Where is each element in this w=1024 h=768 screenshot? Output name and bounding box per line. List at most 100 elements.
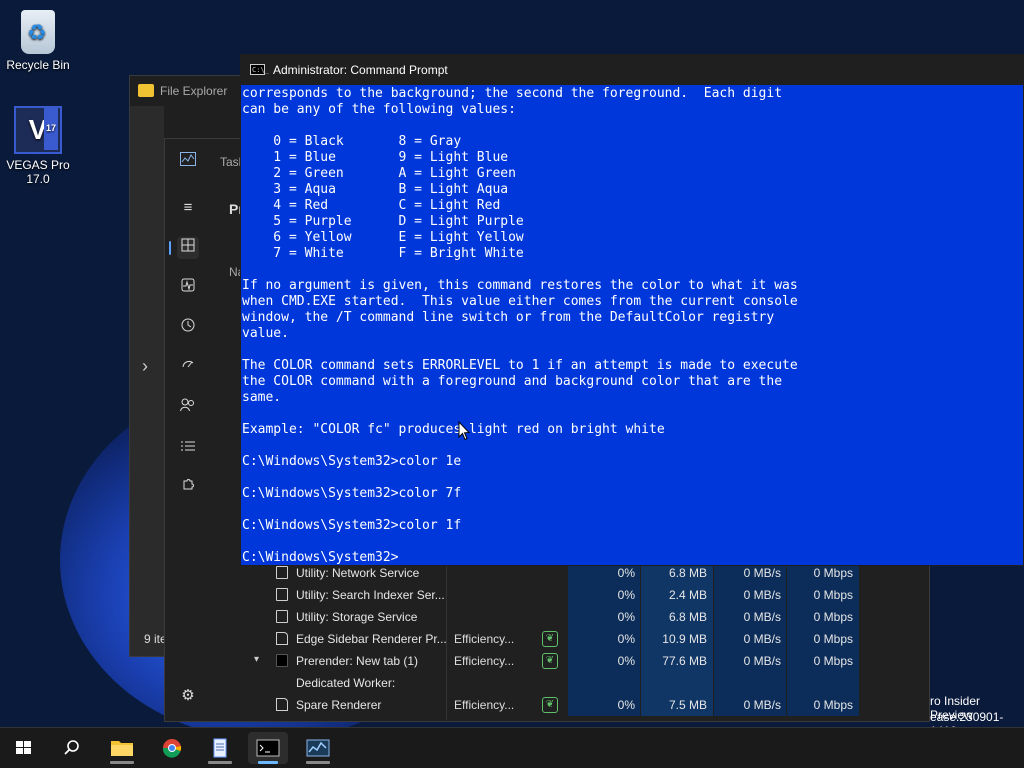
taskbar-chrome[interactable] [152,732,192,764]
recycle-bin-icon [21,10,55,54]
process-name: Edge Sidebar Renderer Pr... [296,632,446,646]
console-line: The COLOR command sets ERRORLEVEL to 1 i… [242,358,798,373]
process-name: Utility: Network Service [296,566,420,580]
console-line: 4 = Red C = Light Red [242,198,501,213]
console-line: 0 = Black 8 = Gray [242,134,462,149]
console-line: C:\Windows\System32>color 1f [242,518,462,533]
process-status: Efficiency... [454,698,515,712]
column-divider [446,562,447,720]
efficiency-leaf-icon: ❦ [542,653,558,669]
cpu-value: 0% [617,610,635,624]
heat-cell [568,672,640,694]
console-line: same. [242,390,282,405]
disk-value: 0 MB/s [743,566,781,580]
process-name: Dedicated Worker: [296,676,396,690]
efficiency-leaf-icon: ❦ [542,631,558,647]
efficiency-leaf-icon: ❦ [542,697,558,713]
console-line: 3 = Aqua B = Light Aqua [242,182,509,197]
console-line: the COLOR command with a foreground and … [242,374,783,389]
disk-value: 0 MB/s [743,654,781,668]
cpu-value: 0% [617,632,635,646]
chrome-icon [162,739,182,758]
recycle-bin-shortcut[interactable]: Recycle Bin [0,10,76,72]
taskbar-task-manager[interactable] [298,732,338,764]
vegas-pro-icon: V 17 [14,106,62,154]
console-line: when CMD.EXE started. This value either … [242,294,798,309]
memory-value: 7.5 MB [668,698,707,712]
taskbar-command-prompt[interactable] [248,732,288,764]
network-value: 0 Mbps [813,566,853,580]
vegas-pro-shortcut[interactable]: V 17 VEGAS Pro 17.0 [0,106,76,186]
file-explorer-sidebar [130,106,164,656]
file-explorer-title: File Explorer [160,84,228,98]
command-prompt-title-icon: C:\_ [250,64,269,75]
command-prompt-icon [256,739,280,757]
process-row[interactable]: Utility: Storage Service 0% 6.8 MB 0 MB/s 0 … [214,606,928,628]
collapse-chevron-icon[interactable]: ▾ [254,654,259,665]
process-name: Utility: Storage Service [296,610,418,624]
console-line: 2 = Green A = Light Green [242,166,516,181]
process-row[interactable]: Dedicated Worker: [214,672,928,694]
running-indicator [208,761,232,764]
notepad-icon [213,738,227,758]
taskbar-notepad[interactable] [200,732,240,764]
tab-icon [276,654,288,667]
vegas-pro-label-line2: 17.0 [26,172,50,186]
memory-value: 6.8 MB [668,610,707,624]
file-explorer-icon [111,741,133,756]
cpu-value: 0% [617,588,635,602]
process-name: Prerender: New tab (1) [296,654,419,668]
console-line: C:\Windows\System32>color 7f [242,486,462,501]
console-line: 1 = Blue 9 = Light Blue [242,150,509,165]
task-manager-icon [306,739,330,757]
process-status: Efficiency... [454,632,515,646]
command-prompt-titlebar[interactable]: C:\_ Administrator: Command Prompt [241,55,1023,85]
start-icon [16,741,31,754]
network-value: 0 Mbps [813,654,853,668]
running-indicator [110,761,134,764]
console-output[interactable]: corresponds to the background; the secon… [241,86,1023,565]
taskbar [0,727,1024,768]
search-button[interactable] [52,732,92,764]
command-prompt-window[interactable]: C:\_ Administrator: Command Prompt corre… [240,54,1024,566]
search-icon [64,740,79,755]
recycle-bin-label: Recycle Bin [6,58,70,72]
heat-cell [714,672,786,694]
disk-value: 0 MB/s [743,610,781,624]
network-value: 0 Mbps [813,632,853,646]
process-name: Utility: Search Indexer Ser... [296,588,445,602]
start-button[interactable] [4,732,44,764]
running-indicator [306,761,330,764]
console-line: 6 = Yellow E = Light Yellow [242,230,524,245]
disk-value: 0 MB/s [743,632,781,646]
chevron-right-icon[interactable]: › [142,356,148,377]
console-line: C:\Windows\System32> [242,550,399,565]
service-icon [276,588,288,601]
console-line: 5 = Purple D = Light Purple [242,214,524,229]
network-value: 0 Mbps [813,610,853,624]
memory-value: 10.9 MB [662,632,707,646]
process-row[interactable]: Spare Renderer Efficiency... 0% 7.5 MB 0 MB/… [214,694,928,716]
taskbar-file-explorer[interactable] [102,732,142,764]
document-icon [276,698,288,711]
network-value: 0 Mbps [813,698,853,712]
process-row[interactable]: Utility: Search Indexer Ser... 0% 2.4 MB 0 … [214,584,928,606]
network-value: 0 Mbps [813,588,853,602]
process-row[interactable]: Edge Sidebar Renderer Pr... Efficiency...… [214,628,928,650]
heat-cell [787,672,859,694]
command-prompt-title: Administrator: Command Prompt [273,63,448,77]
folder-icon [138,84,154,97]
active-indicator [258,761,278,764]
console-line: value. [242,326,289,341]
process-row[interactable]: ▾ Prerender: New tab (1) Efficiency... 0% 77… [214,650,928,672]
vegas-pro-label-line1: VEGAS Pro [6,158,70,172]
console-line: C:\Windows\System32>color 1e [242,454,462,469]
